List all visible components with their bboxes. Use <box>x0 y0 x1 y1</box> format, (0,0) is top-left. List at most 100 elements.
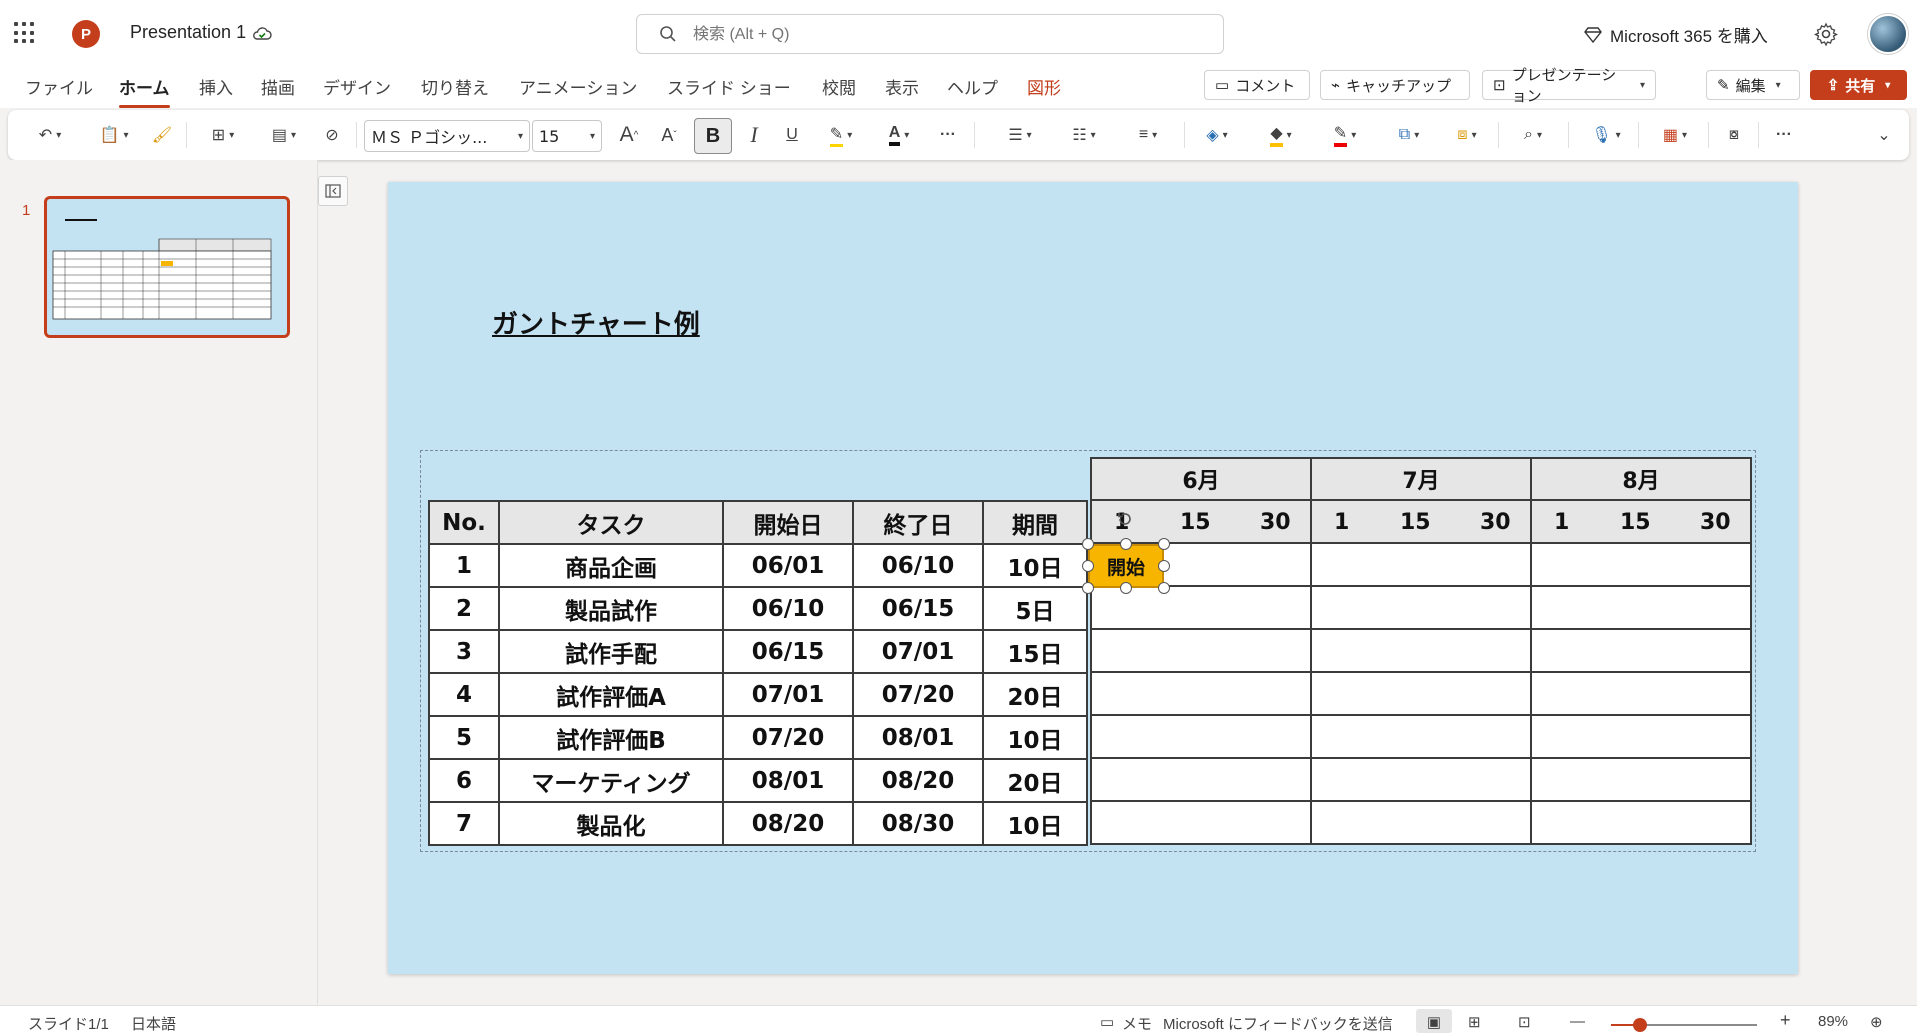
gantt-cell[interactable] <box>1090 757 1312 802</box>
cell-task[interactable]: 製品試作 <box>498 586 724 631</box>
gantt-cell[interactable] <box>1090 800 1312 845</box>
zoom-percent[interactable]: 89% <box>1818 1013 1848 1030</box>
slide-sorter-view-icon[interactable]: ⊞ <box>1468 1013 1481 1031</box>
tab-file[interactable]: ファイル <box>25 74 93 99</box>
expand-ribbon-button[interactable]: ⌄ <box>1874 122 1894 148</box>
cell-end[interactable]: 06/15 <box>852 586 984 631</box>
cell-duration[interactable]: 10日 <box>982 715 1088 760</box>
font-color-button[interactable]: A ▾ <box>876 122 922 148</box>
tab-animations[interactable]: アニメーション <box>519 74 637 99</box>
gantt-cell[interactable] <box>1530 542 1752 587</box>
arrange-button[interactable]: ⧉ ▾ <box>1386 122 1432 148</box>
gantt-cell[interactable] <box>1530 628 1752 673</box>
zoom-slider-thumb[interactable] <box>1633 1018 1648 1032</box>
zoom-in-button[interactable]: + <box>1780 1010 1791 1031</box>
cell-no[interactable]: 7 <box>428 801 500 846</box>
editing-mode-button[interactable]: ✎ 編集 ▾ <box>1706 70 1800 100</box>
day-cell-july[interactable]: 1 15 30 <box>1310 499 1532 544</box>
cell-start[interactable]: 06/10 <box>722 586 854 631</box>
normal-view-icon[interactable]: ▣ <box>1416 1009 1452 1033</box>
font-name-select[interactable]: ＭＳ Ｐゴシッ... ▾ <box>364 120 530 152</box>
numbering-button[interactable]: ☷ ▾ <box>1062 122 1106 148</box>
cell-start[interactable]: 06/01 <box>722 543 854 588</box>
document-title[interactable]: Presentation 1 <box>130 22 246 43</box>
cell-task[interactable]: 商品企画 <box>498 543 724 588</box>
gantt-cell[interactable] <box>1310 800 1532 845</box>
month-cell-july[interactable]: 7月 <box>1310 457 1532 501</box>
gantt-cell[interactable] <box>1090 714 1312 759</box>
resize-handle[interactable] <box>1158 560 1170 572</box>
slide-title[interactable]: ガントチャート例 <box>492 304 700 341</box>
format-painter-button[interactable]: 🖌 <box>150 122 174 148</box>
tab-review[interactable]: 校閲 <box>822 74 856 99</box>
cell-start[interactable]: 07/20 <box>722 715 854 760</box>
buy-microsoft-365-button[interactable]: Microsoft 365 を購入 <box>1584 22 1768 47</box>
catchup-button[interactable]: ⌁ キャッチアップ <box>1320 70 1470 100</box>
gantt-cell[interactable] <box>1310 542 1532 587</box>
feedback-link[interactable]: Microsoft にフィードバックを送信 <box>1163 1013 1393 1034</box>
month-cell-august[interactable]: 8月 <box>1530 457 1752 501</box>
comment-button[interactable]: ▭ コメント <box>1204 70 1310 100</box>
find-button[interactable]: ⌕ ▾ <box>1508 122 1558 148</box>
header-no[interactable]: No. <box>428 500 500 545</box>
dictate-button[interactable]: 🎙 ▾ <box>1582 122 1630 148</box>
shape-outline-button[interactable]: ✎ ▾ <box>1322 122 1368 148</box>
gantt-cell[interactable] <box>1310 628 1532 673</box>
notes-button[interactable]: メモ <box>1122 1013 1152 1034</box>
grow-font-button[interactable]: A ^ <box>614 122 644 148</box>
cell-start[interactable]: 08/01 <box>722 758 854 803</box>
shape-fill-button[interactable]: ◆ ▾ <box>1258 122 1304 148</box>
cell-end[interactable]: 08/30 <box>852 801 984 846</box>
cell-duration[interactable]: 10日 <box>982 801 1088 846</box>
gantt-cell[interactable] <box>1530 671 1752 716</box>
tab-slideshow[interactable]: スライド ショー <box>667 74 791 99</box>
cell-end[interactable]: 06/10 <box>852 543 984 588</box>
share-button[interactable]: ⇪ 共有 ▾ <box>1810 70 1907 100</box>
bold-button[interactable]: B <box>694 118 732 154</box>
highlight-button[interactable]: ✎ ▾ <box>818 122 864 148</box>
gantt-cell[interactable] <box>1530 800 1752 845</box>
resize-handle[interactable] <box>1120 582 1132 594</box>
gantt-cell[interactable] <box>1530 585 1752 630</box>
cell-end[interactable]: 08/20 <box>852 758 984 803</box>
rotate-handle-icon[interactable] <box>1116 510 1134 528</box>
slide-canvas[interactable]: ガントチャート例 No. タスク 開始日 終了日 期間 1 商品企画 06/01… <box>388 182 1798 974</box>
bullets-button[interactable]: ☰ ▾ <box>998 122 1042 148</box>
gantt-cell[interactable] <box>1310 714 1532 759</box>
cell-end[interactable]: 07/20 <box>852 672 984 717</box>
search-box[interactable] <box>636 14 1224 54</box>
fit-to-window-icon[interactable]: ⊕ <box>1870 1013 1883 1031</box>
tab-insert[interactable]: 挿入 <box>199 74 233 99</box>
tab-transitions[interactable]: 切り替え <box>421 74 489 99</box>
day-cell-august[interactable]: 1 15 30 <box>1530 499 1752 544</box>
cloud-saved-icon[interactable] <box>252 24 272 44</box>
gantt-cell[interactable] <box>1310 671 1532 716</box>
cell-task[interactable]: マーケティング <box>498 758 724 803</box>
more-font-options-button[interactable]: ··· <box>934 122 962 148</box>
gantt-cell[interactable] <box>1090 671 1312 716</box>
cell-duration[interactable]: 5日 <box>982 586 1088 631</box>
header-start[interactable]: 開始日 <box>722 500 854 545</box>
month-cell-june[interactable]: 6月 <box>1090 457 1312 501</box>
tab-draw[interactable]: 描画 <box>261 74 295 99</box>
header-end[interactable]: 終了日 <box>852 500 984 545</box>
cell-start[interactable]: 07/01 <box>722 672 854 717</box>
user-avatar[interactable] <box>1868 14 1908 54</box>
resize-handle[interactable] <box>1120 538 1132 550</box>
quick-styles-button[interactable]: ⧈ ▾ <box>1444 122 1490 148</box>
cell-no[interactable]: 2 <box>428 586 500 631</box>
present-button[interactable]: ⊡ プレゼンテーション ▾ <box>1482 67 1656 105</box>
underline-button[interactable]: U <box>778 122 806 148</box>
cell-duration[interactable]: 15日 <box>982 629 1088 674</box>
search-input[interactable] <box>693 21 1193 49</box>
cell-task[interactable]: 製品化 <box>498 801 724 846</box>
hide-slide-button[interactable]: ⊘ <box>318 122 346 148</box>
cell-duration[interactable]: 20日 <box>982 758 1088 803</box>
zoom-slider[interactable] <box>1611 1018 1757 1032</box>
resize-handle[interactable] <box>1082 582 1094 594</box>
tab-design[interactable]: デザイン <box>323 74 391 99</box>
header-task[interactable]: タスク <box>498 500 724 545</box>
shrink-font-button[interactable]: Aˇ <box>654 122 684 148</box>
more-commands-button[interactable]: ··· <box>1770 122 1798 148</box>
gantt-cell[interactable] <box>1090 628 1312 673</box>
